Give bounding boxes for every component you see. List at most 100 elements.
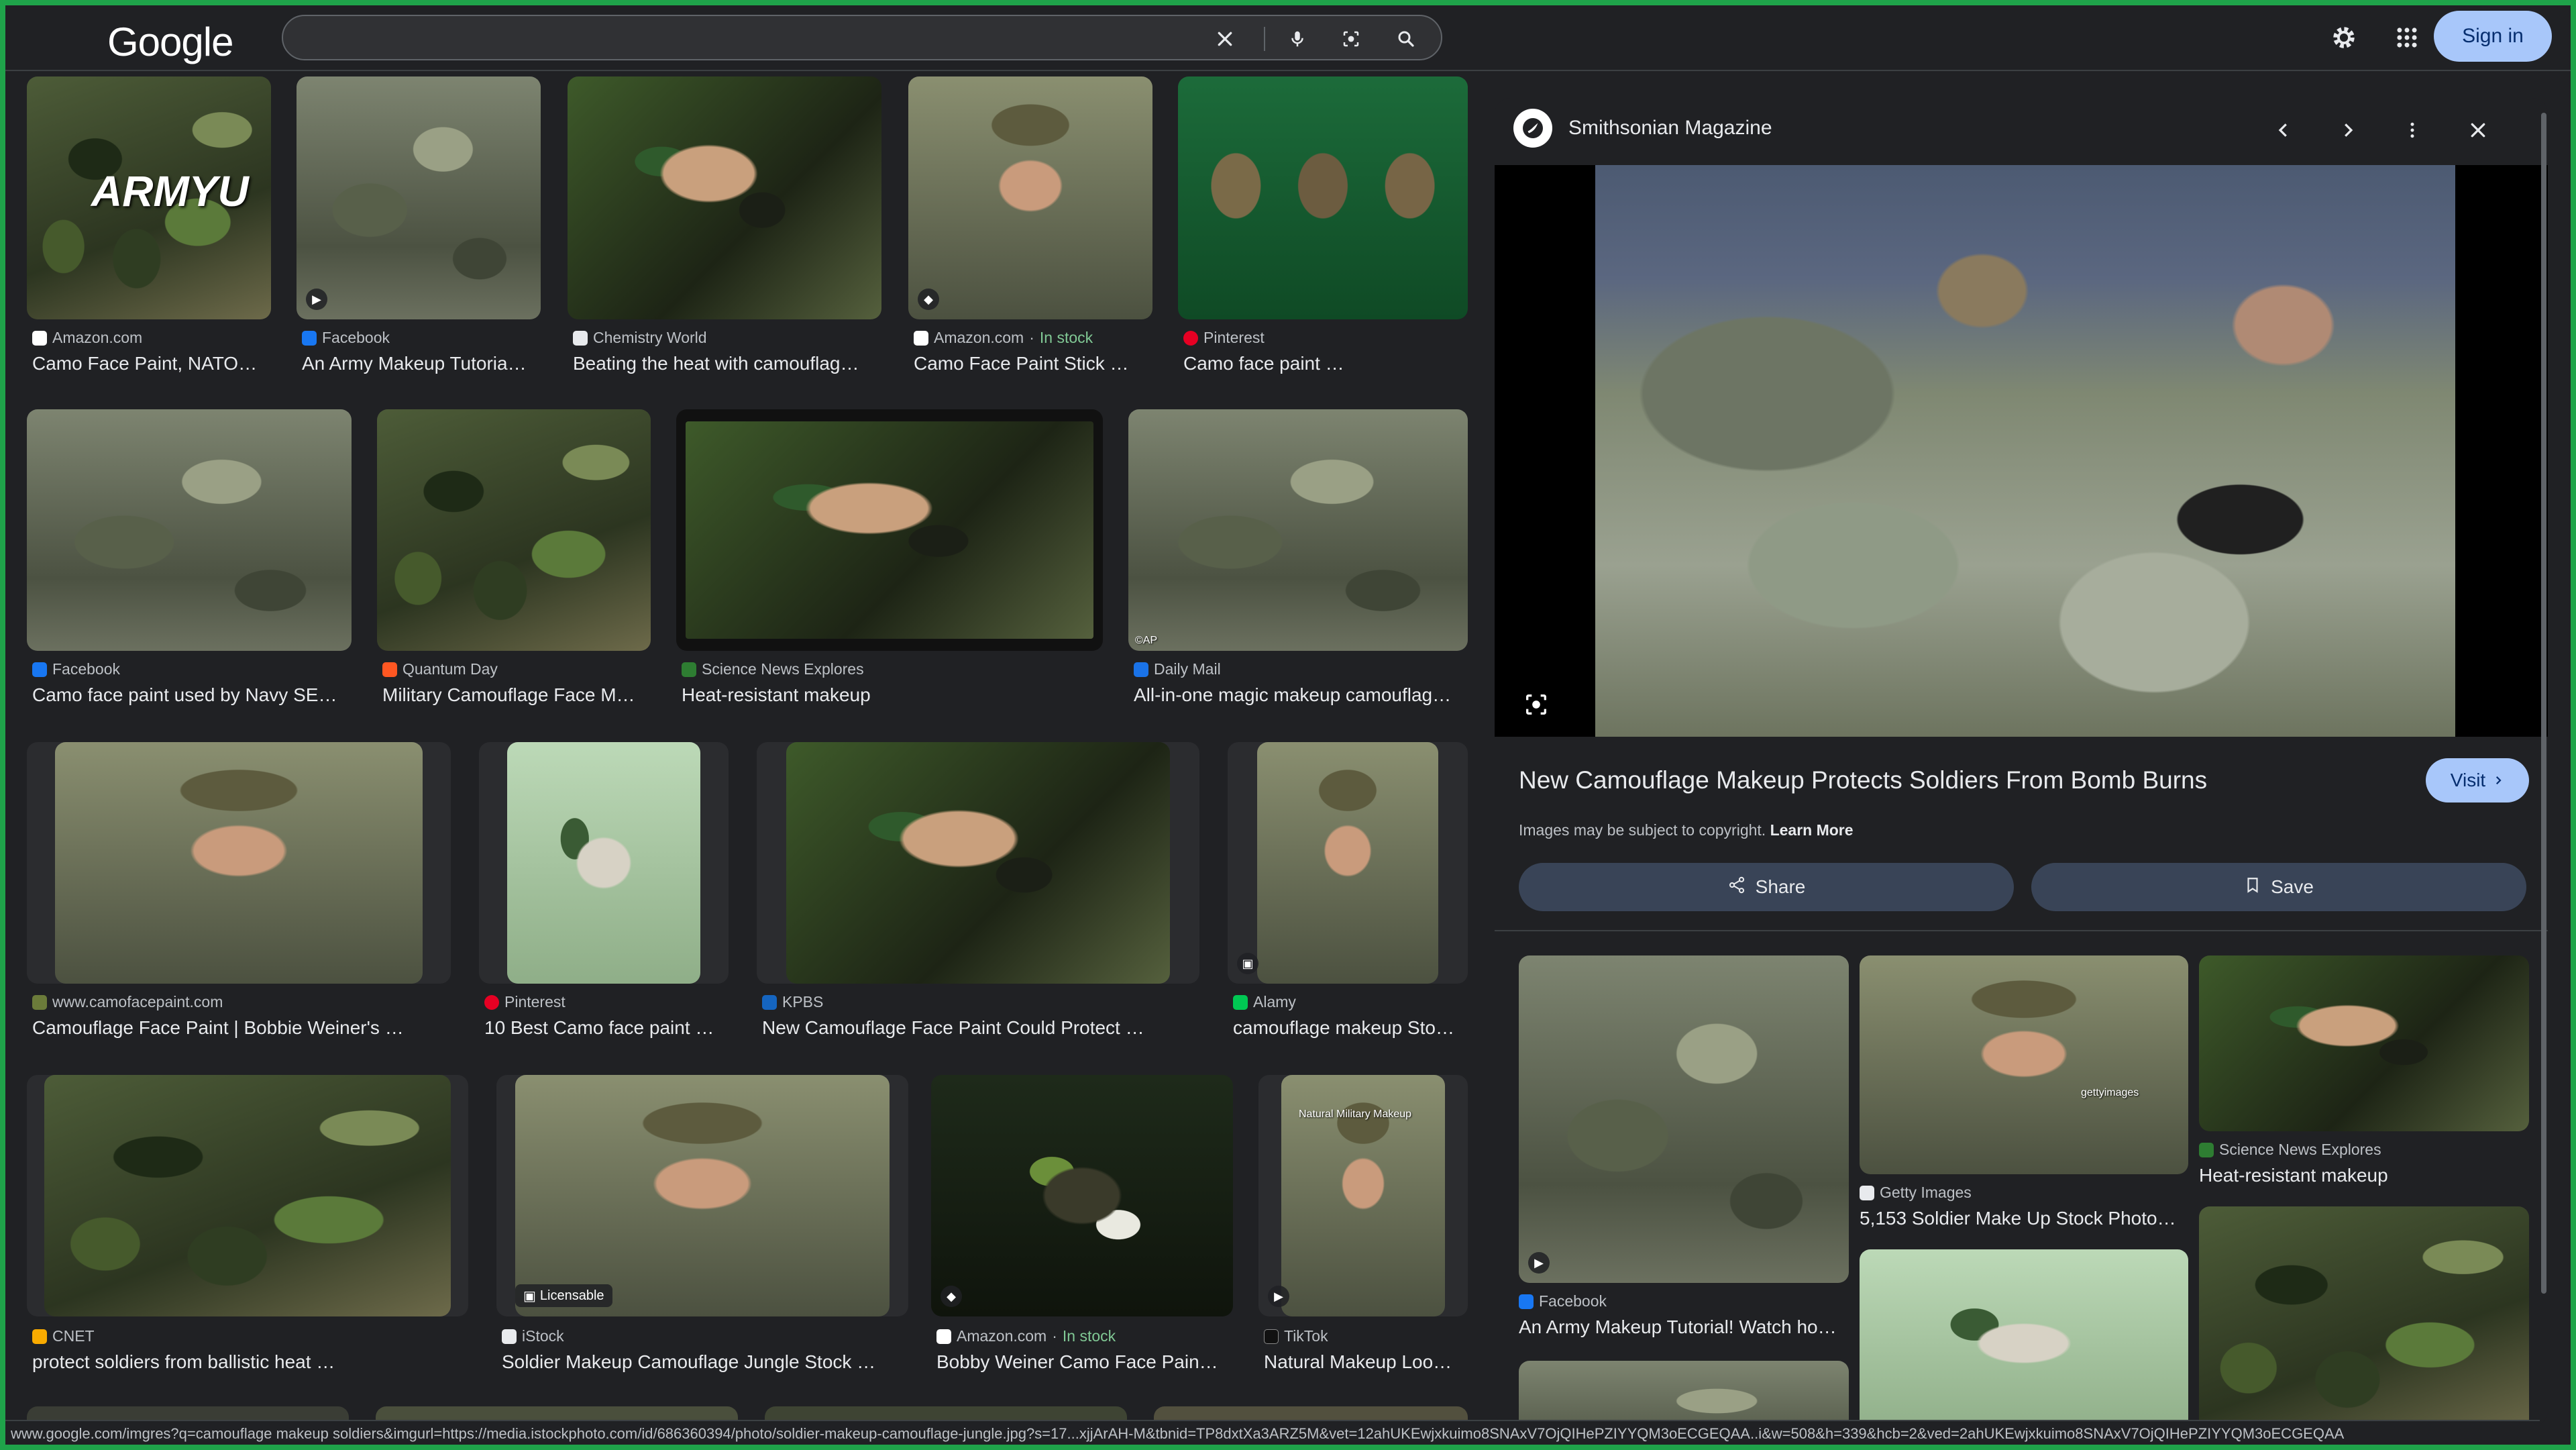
result-source[interactable]: Pinterest (1183, 329, 1265, 347)
result-thumbnail[interactable] (27, 409, 352, 651)
result-source[interactable]: Amazon.com · In stock (936, 1327, 1116, 1345)
result-thumbnail[interactable] (377, 409, 651, 651)
result-tile[interactable]: Chemistry World Beating the heat with ca… (568, 76, 881, 378)
result-tile[interactable]: ©AP Daily Mail All-in-one magic makeup c… (1128, 409, 1468, 711)
result-title[interactable]: Military Camouflage Face M… (382, 684, 651, 706)
result-thumbnail[interactable] (27, 742, 451, 984)
gear-icon[interactable] (2328, 21, 2360, 54)
result-tile[interactable]: Natural Military Makeup ▶ TikTok Natural… (1258, 1075, 1468, 1378)
result-source[interactable]: Chemistry World (573, 329, 707, 347)
result-tile[interactable]: CNET protect soldiers from ballistic hea… (27, 1075, 468, 1378)
result-thumbnail[interactable]: ARMYU (27, 76, 271, 319)
lens-icon[interactable] (1520, 688, 1552, 721)
preview-image-area[interactable] (1495, 165, 2548, 737)
result-source[interactable]: Getty Images (1860, 1184, 1972, 1202)
result-title[interactable]: Heat-resistant makeup (2199, 1165, 2529, 1186)
result-title[interactable]: Heat-resistant makeup (682, 684, 1103, 706)
result-source[interactable]: Facebook (32, 660, 120, 678)
result-tile[interactable]: ▣ Alamy camouflage makeup Sto… (1228, 742, 1468, 1044)
related-tile[interactable]: ▶ Facebook An Army Makeup Tutorial! Watc… (1519, 955, 1849, 1427)
result-source[interactable]: Alamy (1233, 993, 1296, 1011)
result-thumbnail[interactable] (1178, 76, 1468, 319)
panel-source[interactable]: Smithsonian Magazine (1513, 109, 1772, 148)
result-tile[interactable]: Facebook Camo face paint used by Navy SE… (27, 409, 352, 711)
microphone-icon[interactable] (1283, 24, 1312, 54)
result-source[interactable]: Quantum Day (382, 660, 498, 678)
related-thumbnail[interactable]: gettyimages (1860, 955, 2188, 1174)
result-title[interactable]: An Army Makeup Tutorial! Watch ho… (1519, 1316, 1849, 1338)
result-title[interactable]: camouflage makeup Sto… (1233, 1017, 1468, 1039)
result-title[interactable]: Camouflage Face Paint | Bobbie Weiner's … (32, 1017, 451, 1039)
result-tile[interactable]: www.camofacepaint.com Camouflage Face Pa… (27, 742, 451, 1044)
search-icon[interactable] (1391, 24, 1421, 54)
result-title[interactable]: Beating the heat with camouflag… (573, 353, 881, 374)
result-source[interactable]: KPBS (762, 993, 823, 1011)
result-title[interactable]: Soldier Makeup Camouflage Jungle Stock … (502, 1351, 908, 1373)
learn-more-link[interactable]: Learn More (1770, 821, 1854, 839)
result-title[interactable]: Bobby Weiner Camo Face Pain… (936, 1351, 1233, 1373)
result-source[interactable]: Facebook (302, 329, 390, 347)
share-button[interactable]: Share (1519, 863, 2014, 911)
result-thumbnail[interactable]: ▣ (1228, 742, 1468, 984)
result-title[interactable]: All-in-one magic makeup camouflag… (1134, 684, 1468, 706)
related-thumbnail[interactable]: ▶ (1519, 955, 1849, 1283)
result-source[interactable]: Facebook (1519, 1292, 1607, 1310)
preview-image[interactable] (1595, 165, 2455, 737)
result-tile[interactable]: ▶ Facebook An Army Makeup Tutoria… (297, 76, 541, 378)
related-thumbnail[interactable] (2199, 1206, 2529, 1427)
result-tile[interactable]: ◆ Amazon.com · In stock Bobby Weiner Camo … (931, 1075, 1233, 1378)
result-title[interactable]: protect soldiers from ballistic heat … (32, 1351, 468, 1373)
result-title[interactable]: Camo face paint … (1183, 353, 1468, 374)
related-thumbnail[interactable] (1519, 1361, 1849, 1427)
result-title[interactable]: An Army Makeup Tutoria… (302, 353, 541, 374)
result-source[interactable]: www.camofacepaint.com (32, 993, 223, 1011)
panel-scrollbar[interactable] (2541, 113, 2546, 1294)
result-title[interactable]: Natural Makeup Loo… (1264, 1351, 1468, 1373)
lens-icon[interactable] (1336, 24, 1366, 54)
result-tile[interactable]: ◆ Amazon.com · In stock Camo Face Paint St… (908, 76, 1152, 378)
result-thumbnail[interactable]: ◆ (908, 76, 1152, 319)
close-icon[interactable] (2461, 113, 2496, 148)
result-source[interactable]: Science News Explores (682, 660, 864, 678)
chevron-left-icon[interactable] (2266, 113, 2301, 148)
result-tile[interactable]: KPBS New Camouflage Face Paint Could Pro… (757, 742, 1199, 1044)
visit-button[interactable]: Visit (2426, 758, 2529, 802)
related-tile[interactable]: Science News Explores Heat-resistant mak… (2199, 955, 2529, 1427)
result-source[interactable]: CNET (32, 1327, 95, 1345)
google-logo[interactable]: Google (107, 19, 233, 65)
result-tile[interactable]: ▣ Licensable iStock Soldier Makeup Camouf… (496, 1075, 908, 1378)
result-title[interactable]: New Camouflage Face Paint Could Protect … (762, 1017, 1199, 1039)
result-thumbnail[interactable]: ▣ Licensable (496, 1075, 908, 1316)
result-source[interactable]: Amazon.com · In stock (914, 329, 1093, 347)
result-thumbnail[interactable] (757, 742, 1199, 984)
result-thumbnail[interactable] (27, 1075, 468, 1316)
result-source[interactable]: Amazon.com (32, 329, 142, 347)
result-source[interactable]: Pinterest (484, 993, 566, 1011)
result-title[interactable]: Camo Face Paint Stick … (914, 353, 1152, 374)
result-title[interactable]: 5,153 Soldier Make Up Stock Photo… (1860, 1208, 2188, 1229)
result-thumbnail[interactable]: ▶ (297, 76, 541, 319)
result-thumbnail[interactable]: Natural Military Makeup ▶ (1258, 1075, 1468, 1316)
search-box[interactable] (282, 15, 1442, 60)
related-tile[interactable]: gettyimages Getty Images 5,153 Soldier M… (1860, 955, 2188, 1427)
result-title[interactable]: 10 Best Camo face paint … (484, 1017, 729, 1039)
result-thumbnail[interactable] (568, 76, 881, 319)
chevron-right-icon[interactable] (2330, 113, 2365, 148)
result-thumbnail[interactable] (479, 742, 729, 984)
result-tile[interactable]: ARMYU Amazon.com Camo Face Paint, NATO… (27, 76, 271, 378)
result-thumbnail[interactable] (676, 409, 1103, 651)
result-source[interactable]: TikTok (1264, 1327, 1328, 1345)
result-tile[interactable]: Science News Explores Heat-resistant mak… (676, 409, 1103, 711)
result-thumbnail[interactable]: ©AP (1128, 409, 1468, 651)
result-tile[interactable]: Quantum Day Military Camouflage Face M… (377, 409, 651, 711)
related-thumbnail[interactable] (1860, 1249, 2188, 1427)
apps-grid-icon[interactable] (2391, 21, 2423, 54)
related-thumbnail[interactable] (2199, 955, 2529, 1131)
result-tile[interactable]: Pinterest Camo face paint … (1178, 76, 1468, 378)
close-icon[interactable] (1210, 24, 1240, 54)
save-button[interactable]: Save (2031, 863, 2526, 911)
result-source[interactable]: Science News Explores (2199, 1141, 2381, 1159)
result-title[interactable]: Camo face paint used by Navy SE… (32, 684, 352, 706)
result-tile[interactable]: Pinterest 10 Best Camo face paint … (479, 742, 729, 1044)
more-options-icon[interactable] (2395, 113, 2430, 148)
